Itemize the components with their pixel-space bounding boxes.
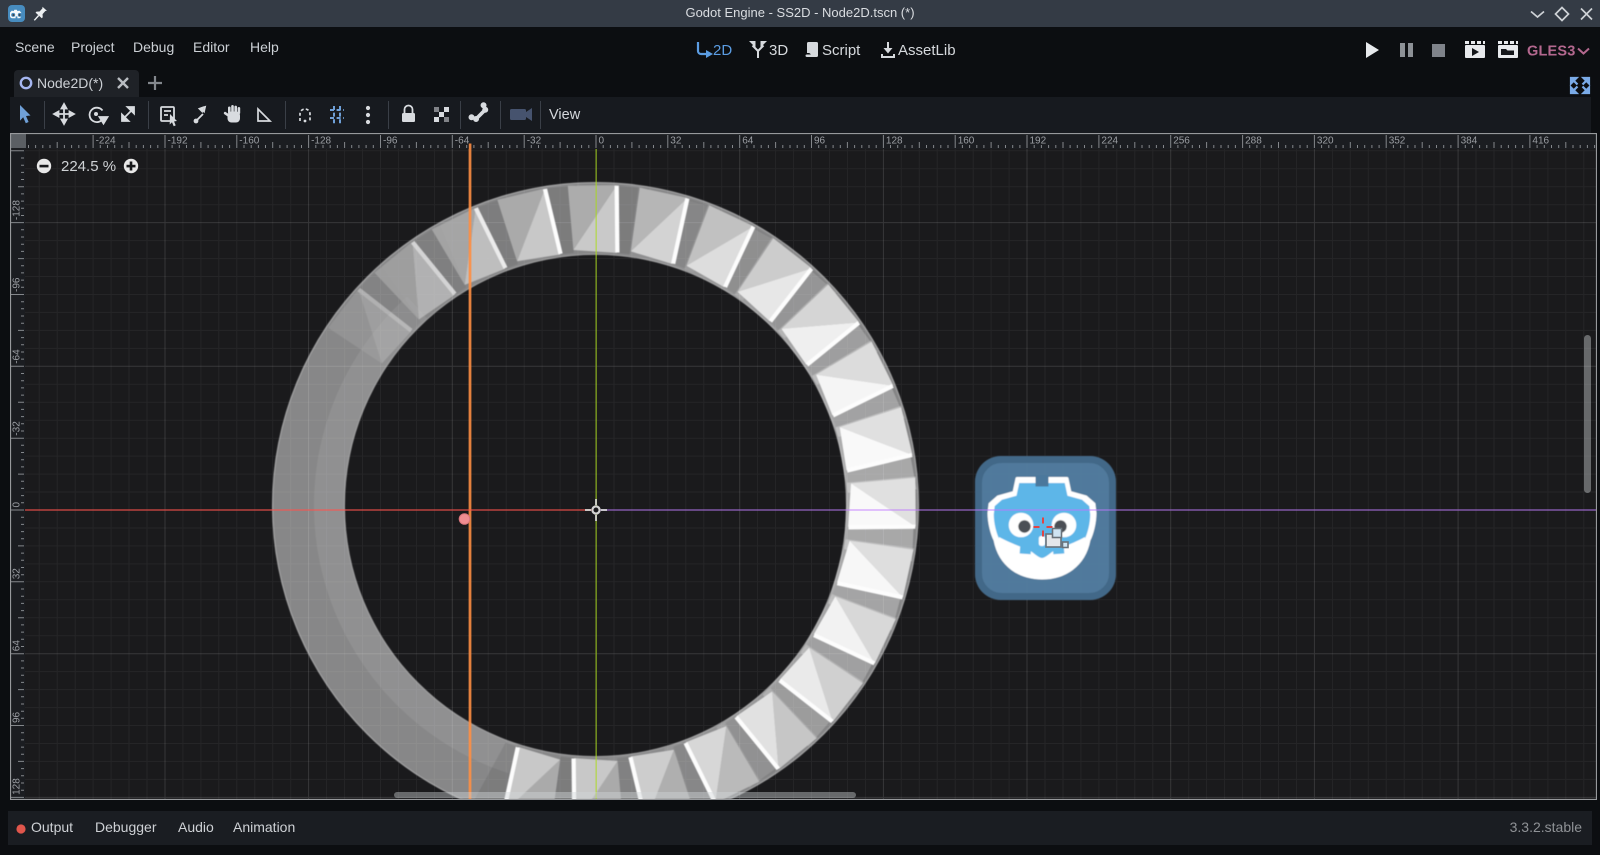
svg-text:224.5 %: 224.5 %: [61, 158, 116, 175]
svg-text:-224: -224: [96, 136, 116, 147]
svg-text:192: 192: [1030, 136, 1047, 147]
svg-text:352: 352: [1389, 136, 1406, 147]
svg-text:128: 128: [886, 136, 903, 147]
svg-text:256: 256: [1173, 136, 1190, 147]
svg-text:64: 64: [12, 640, 23, 652]
svg-text:-96: -96: [12, 277, 23, 292]
svg-text:3D: 3D: [769, 42, 788, 59]
svg-text:-64: -64: [12, 349, 23, 364]
svg-text:288: 288: [1245, 136, 1262, 147]
svg-text:96: 96: [814, 136, 826, 147]
svg-text:0: 0: [12, 502, 23, 508]
svg-text:0: 0: [599, 136, 605, 147]
svg-text:Node2D(*): Node2D(*): [37, 75, 103, 91]
svg-text:320: 320: [1317, 136, 1334, 147]
svg-text:416: 416: [1532, 136, 1549, 147]
svg-text:GLES3: GLES3: [1527, 44, 1576, 60]
svg-text:-96: -96: [383, 136, 398, 147]
svg-text:-128: -128: [311, 136, 331, 147]
svg-text:384: 384: [1461, 136, 1478, 147]
svg-text:128: 128: [12, 778, 23, 795]
svg-text:224: 224: [1101, 136, 1118, 147]
svg-text:160: 160: [958, 136, 975, 147]
svg-text:-32: -32: [12, 421, 23, 436]
svg-text:2D: 2D: [713, 42, 732, 59]
svg-text:-160: -160: [239, 136, 259, 147]
svg-text:-64: -64: [455, 136, 470, 147]
svg-text:AssetLib: AssetLib: [898, 42, 956, 59]
svg-text:-32: -32: [527, 136, 542, 147]
svg-text:32: 32: [12, 568, 23, 580]
svg-text:96: 96: [12, 711, 23, 723]
svg-text:32: 32: [670, 136, 682, 147]
svg-text:Script: Script: [822, 42, 861, 59]
svg-text:-128: -128: [12, 200, 23, 220]
svg-text:View: View: [549, 107, 581, 123]
svg-text:64: 64: [742, 136, 754, 147]
svg-text:-192: -192: [168, 136, 188, 147]
